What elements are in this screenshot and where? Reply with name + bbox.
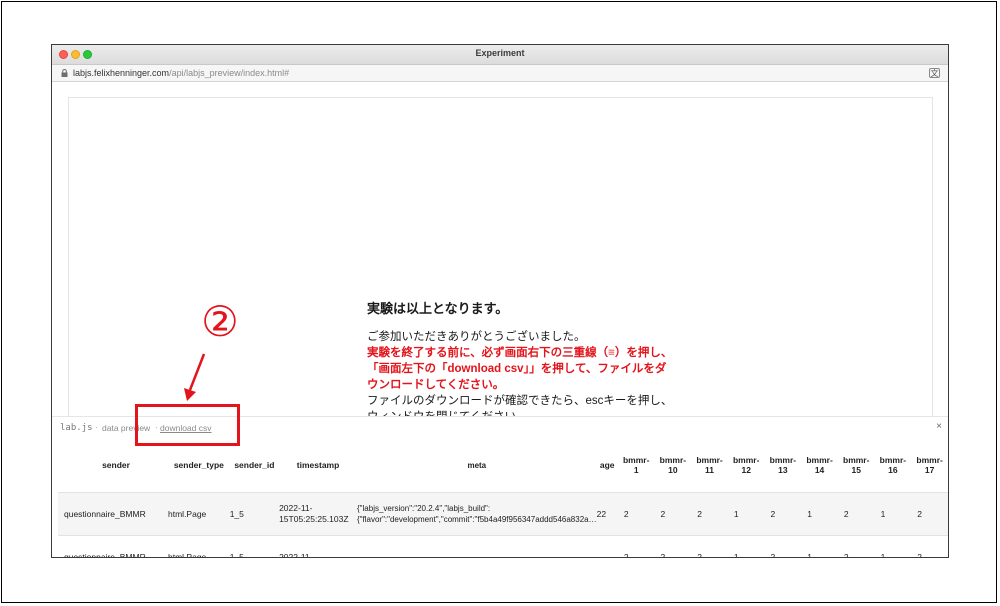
cell-sender: questionnaire_BMMR	[58, 492, 169, 536]
message-line: ご参加いただきありがとうございました。	[367, 331, 586, 343]
column-header[interactable]: sender_type	[168, 438, 230, 493]
url-host: labjs.felixhenninger.com	[73, 68, 170, 78]
column-header[interactable]: bmmr- 17	[911, 438, 948, 493]
cell-meta	[357, 535, 597, 557]
close-preview-button[interactable]: ×	[936, 421, 942, 432]
cell-bmmr: 2	[654, 492, 692, 536]
labjs-brand: lab.js	[60, 423, 93, 433]
column-header[interactable]: age	[597, 438, 618, 493]
column-header[interactable]: bmmr- 14	[801, 438, 838, 493]
column-header[interactable]: meta	[357, 438, 597, 493]
cell-bmmr: 2	[654, 535, 692, 557]
cell-bmmr: 2	[691, 492, 728, 536]
column-header[interactable]: bmmr- 13	[765, 438, 802, 493]
cell-bmmr: 1	[874, 535, 912, 557]
cell-bmmr: 2	[837, 535, 875, 557]
cell-sender-id: 1_5	[229, 492, 280, 536]
cell-sender: questionnaire_BMMR	[58, 535, 169, 557]
table-row[interactable]: questionnaire_BMMR html.Page 1_5 2022-11-15…	[58, 492, 948, 536]
cell-age	[596, 535, 618, 557]
message-line: ファイルのダウンロードが確認できたら、escキーを押し、	[367, 395, 673, 407]
cell-age: 22	[596, 492, 618, 536]
highlight-box	[135, 404, 240, 446]
column-header[interactable]: bmmr- 15	[838, 438, 875, 493]
message-line: 「画面左下の「download csv」」を押して、ファイルをダ	[367, 363, 667, 375]
cell-bmmr: 2	[617, 535, 655, 557]
column-header[interactable]: bmmr- 11	[691, 438, 728, 493]
column-header[interactable]: timestamp	[279, 438, 357, 493]
arrow-icon	[184, 353, 206, 401]
cell-bmmr: 2	[764, 535, 802, 557]
cell-bmmr: 2	[617, 492, 655, 536]
table-header-row: sender sender_type sender_id timestamp meta a…	[58, 438, 948, 493]
cell-sender-id: 1_5	[229, 535, 280, 557]
cell-bmmr: 2	[911, 492, 948, 536]
completion-heading: 実験は以上となります。	[367, 301, 509, 316]
column-header[interactable]: bmmr- 10	[655, 438, 692, 493]
separator-dot: ·	[95, 423, 98, 432]
data-table-container[interactable]: sender sender_type sender_id timestamp meta a…	[52, 438, 948, 557]
cell-bmmr: 1	[727, 535, 765, 557]
cell-sender-type: html.Page	[168, 492, 230, 536]
browser-window: Experiment labjs.felixhenninger.com/api/…	[51, 44, 949, 558]
cell-bmmr: 2	[837, 492, 875, 536]
cell-meta: {"labjs_version":"20.2.4","labjs_build":…	[357, 492, 597, 536]
step-marker: ②	[201, 297, 239, 346]
cell-timestamp: 2022-11-15T05:25:25.103Z	[279, 492, 357, 536]
lock-icon	[61, 69, 68, 77]
cell-bmmr: 2	[764, 492, 802, 536]
url-path: /api/labjs_preview/index.html#	[169, 68, 290, 78]
message-line: ウンロードしてください。	[367, 379, 505, 391]
column-header[interactable]: bmmr- 12	[728, 438, 765, 493]
cell-bmmr: 1	[801, 492, 838, 536]
cell-bmmr: 2	[691, 535, 728, 557]
message-line: 実験を終了する前に、必ず画面右下の三重線（≡）を押し、	[367, 347, 673, 359]
cell-sender-type: html.Page	[168, 535, 230, 557]
column-header[interactable]: sender_id	[230, 438, 279, 493]
table-row[interactable]: questionnaire_BMMR html.Page 1_5 2022-11- 2 2…	[58, 535, 948, 557]
window-title: Experiment	[475, 48, 525, 58]
data-table: sender sender_type sender_id timestamp meta a…	[58, 438, 948, 557]
translate-icon[interactable]: 文	[929, 68, 940, 78]
cell-bmmr: 1	[801, 535, 838, 557]
url-text[interactable]: labjs.felixhenninger.com/api/labjs_previ…	[73, 68, 289, 78]
cell-bmmr: 2	[911, 535, 948, 557]
cell-timestamp: 2022-11-	[279, 535, 357, 557]
cell-bmmr: 1	[874, 492, 912, 536]
cell-bmmr: 1	[727, 492, 765, 536]
title-bar: Experiment	[52, 45, 948, 65]
column-header[interactable]: bmmr- 16	[875, 438, 912, 493]
column-header[interactable]: sender	[58, 438, 168, 493]
column-header[interactable]: bmmr- 1	[618, 438, 655, 493]
address-bar[interactable]: labjs.felixhenninger.com/api/labjs_previ…	[52, 65, 948, 82]
